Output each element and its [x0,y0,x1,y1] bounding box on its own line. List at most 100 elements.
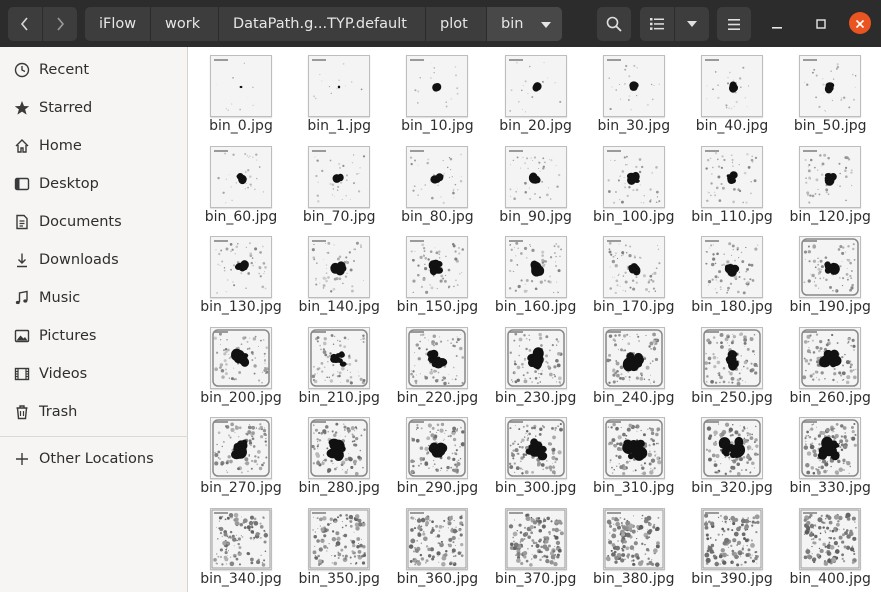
file-item[interactable]: bin_170.jpg [589,230,679,320]
thumbnail-image [410,153,463,204]
thumbnail-image [407,509,467,568]
file-item[interactable]: bin_120.jpg [785,140,875,230]
sidebar-item-music[interactable]: Music [0,283,188,313]
file-item[interactable]: bin_180.jpg [687,230,777,320]
file-item[interactable]: bin_370.jpg [491,502,581,592]
file-item[interactable]: bin_360.jpg [392,502,482,592]
file-name: bin_360.jpg [396,570,479,587]
file-name: bin_290.jpg [396,480,479,496]
sidebar-item-downloads[interactable]: Downloads [0,245,188,275]
thumbnail-image [411,242,465,294]
breadcrumb-work[interactable]: work [151,7,219,41]
file-item[interactable]: bin_10.jpg [392,49,482,139]
breadcrumb-bin[interactable]: bin [487,7,562,41]
file-thumbnail [210,507,272,570]
file-item[interactable]: bin_130.jpg [196,230,286,320]
menu-button[interactable] [717,7,751,41]
file-item[interactable]: bin_390.jpg [687,502,777,592]
file-item[interactable]: bin_310.jpg [589,411,679,501]
file-item[interactable]: bin_330.jpg [785,411,875,501]
file-thumbnail [701,55,763,117]
file-item[interactable]: bin_70.jpg [294,140,384,230]
file-thumbnail [406,236,469,298]
file-item[interactable]: bin_160.jpg [491,230,581,320]
sidebar-item-recent[interactable]: Recent [0,55,188,85]
breadcrumb-iflow[interactable]: iFlow [85,7,151,41]
hamburger-menu-icon [728,18,740,30]
file-item[interactable]: bin_50.jpg [785,49,875,139]
search-button[interactable] [597,7,631,41]
maximize-button[interactable] [810,12,832,34]
back-button[interactable] [8,7,42,41]
file-item[interactable]: bin_60.jpg [196,140,286,230]
file-thumbnail [210,236,272,298]
header-bar: iFlow work DataPath.g...TYP.default plot… [0,0,881,47]
file-item[interactable]: bin_300.jpg [491,411,581,501]
file-item[interactable]: bin_290.jpg [392,411,482,501]
file-item[interactable]: bin_100.jpg [589,140,679,230]
file-item[interactable]: bin_0.jpg [196,49,286,139]
sidebar-item-desktop[interactable]: Desktop [0,169,188,199]
file-thumbnail [799,145,862,208]
file-thumbnail [406,507,469,570]
sidebar-item-documents[interactable]: Documents [0,207,188,237]
sidebar-divider [0,436,188,437]
view-options-button[interactable] [675,7,709,41]
sidebar-item-other-locations[interactable]: Other Locations [0,444,188,474]
sidebar-item-starred[interactable]: Starred [0,93,188,123]
file-item[interactable]: bin_230.jpg [491,321,581,411]
file-name: bin_10.jpg [401,118,474,134]
thumbnail-image [211,509,271,568]
thumbnail-image [608,241,661,295]
file-item[interactable]: bin_200.jpg [196,321,286,411]
view-toggle-button[interactable] [640,7,674,41]
file-item[interactable]: bin_150.jpg [392,230,482,320]
file-thumbnail [308,417,371,479]
forward-button[interactable] [43,7,77,41]
breadcrumb-plot[interactable]: plot [426,7,487,41]
breadcrumb-datapath[interactable]: DataPath.g...TYP.default [219,7,426,41]
sidebar-item-label: Pictures [39,328,97,344]
sidebar-item-pictures[interactable]: Pictures [0,321,188,351]
file-item[interactable]: bin_380.jpg [589,502,679,592]
thumbnail-image [215,242,267,294]
file-item[interactable]: bin_350.jpg [294,502,384,592]
file-item[interactable]: bin_40.jpg [687,49,777,139]
thumbnail-image [310,419,368,477]
file-item[interactable]: bin_20.jpg [491,49,581,139]
file-name: bin_340.jpg [200,570,282,587]
file-item[interactable]: bin_250.jpg [687,321,777,411]
pictures-icon [13,327,31,345]
file-name: bin_320.jpg [691,480,773,496]
sidebar-item-home[interactable]: Home [0,131,188,161]
file-thumbnail [602,417,665,479]
file-item[interactable]: bin_400.jpg [785,502,875,592]
file-item[interactable]: bin_90.jpg [491,140,581,230]
thumbnail-image [408,328,467,387]
file-item[interactable]: bin_270.jpg [196,411,286,501]
file-item[interactable]: bin_110.jpg [687,140,777,230]
file-item[interactable]: bin_80.jpg [392,140,482,230]
file-item[interactable]: bin_320.jpg [687,411,777,501]
thumbnail-image [804,63,857,112]
file-item[interactable]: bin_340.jpg [196,502,286,592]
file-item[interactable]: bin_190.jpg [785,230,875,320]
file-thumbnail [406,55,469,117]
file-item[interactable]: bin_240.jpg [589,321,679,411]
file-item[interactable]: bin_140.jpg [294,230,384,320]
close-button[interactable] [849,12,871,34]
minimize-button[interactable] [766,12,788,34]
breadcrumb-label: bin [501,16,524,32]
sidebar-item-videos[interactable]: Videos [0,359,188,389]
file-item[interactable]: bin_260.jpg [785,321,875,411]
thumbnail-image [605,419,663,477]
file-name: bin_380.jpg [593,570,675,587]
file-item[interactable]: bin_280.jpg [294,411,384,501]
thumbnail-image [705,151,758,204]
sidebar-item-trash[interactable]: Trash [0,397,188,427]
file-item[interactable]: bin_210.jpg [294,321,384,411]
chevron-left-icon [20,17,30,31]
file-item[interactable]: bin_1.jpg [294,49,384,139]
file-item[interactable]: bin_30.jpg [589,49,679,139]
file-item[interactable]: bin_220.jpg [392,321,482,411]
